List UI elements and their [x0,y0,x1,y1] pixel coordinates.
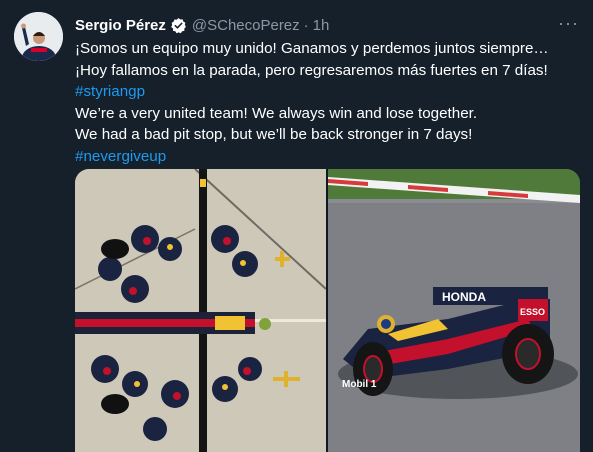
race-car-photo[interactable]: HONDA ESSO Mobil 1 [328,169,580,452]
author-handle[interactable]: @SChecoPerez [192,17,300,34]
text-line-en-1: We’re a very united team! We always win … [75,104,478,122]
verified-badge-icon [170,17,187,34]
esso-text: ESSO [520,307,545,317]
text-line-1: ¡Somos un equipo muy unido! Ganamos y pe… [75,40,549,57]
avatar-image [14,12,63,61]
tweet-timestamp[interactable]: 1h [313,17,330,34]
tweet-media: HONDA ESSO Mobil 1 [75,169,580,452]
separator-dot: · [303,16,309,34]
text-line-en-2: We had a bad pit stop, but we’ll be back… [75,126,473,144]
author-name[interactable]: Sergio Pérez [75,17,166,34]
tweet-text: ¡Somos un equipo muy unido! Ganamos y pe… [75,38,587,168]
mobil-text: Mobil 1 [342,379,377,390]
hashtag-styriangp[interactable]: #styriangp [75,83,145,100]
text-line-2: ¡Hoy fallamos en la parada, pero regresa… [75,61,548,79]
more-options-icon[interactable]: ··· [558,13,579,34]
tweet-header: Sergio Pérez @SChecoPerez · 1h [75,14,573,36]
honda-text: HONDA [442,290,486,304]
hashtag-nevergiveup[interactable]: #nevergiveup [75,148,166,165]
author-avatar[interactable] [14,12,63,61]
pitstop-photo[interactable] [75,169,326,452]
